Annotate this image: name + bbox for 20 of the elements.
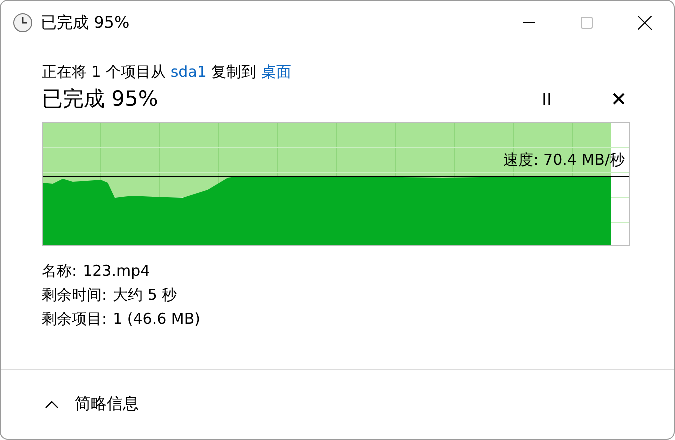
chevron-icon — [45, 400, 59, 408]
detail-label: 剩余项目: — [42, 309, 108, 330]
clock-icon — [13, 13, 33, 33]
detail-value: 1 (46.6 MB) — [113, 309, 200, 330]
source-link[interactable]: sda1 — [170, 63, 207, 81]
detail-label: 剩余时间: — [42, 285, 108, 306]
detail-value: 大约 5 秒 — [113, 285, 178, 306]
detail-value: 123.mp4 — [83, 261, 150, 282]
minimize-icon — [523, 22, 535, 24]
detail-label: 名称: — [42, 261, 78, 282]
copy-description: 正在将 1 个项目从 sda1 复制到 桌面 — [42, 63, 292, 82]
close-icon — [638, 16, 652, 30]
close-icon — [613, 93, 625, 105]
pause-icon — [543, 93, 551, 105]
destination-link[interactable]: 桌面 — [261, 63, 292, 81]
maximize-icon — [581, 17, 593, 29]
speed-label: 速度: 70.4 MB/秒 — [504, 151, 625, 170]
progress-heading: 已完成 95% — [42, 86, 160, 113]
details-toggle[interactable]: 简略信息 — [45, 394, 139, 415]
window-title: 已完成 95% — [41, 12, 131, 34]
